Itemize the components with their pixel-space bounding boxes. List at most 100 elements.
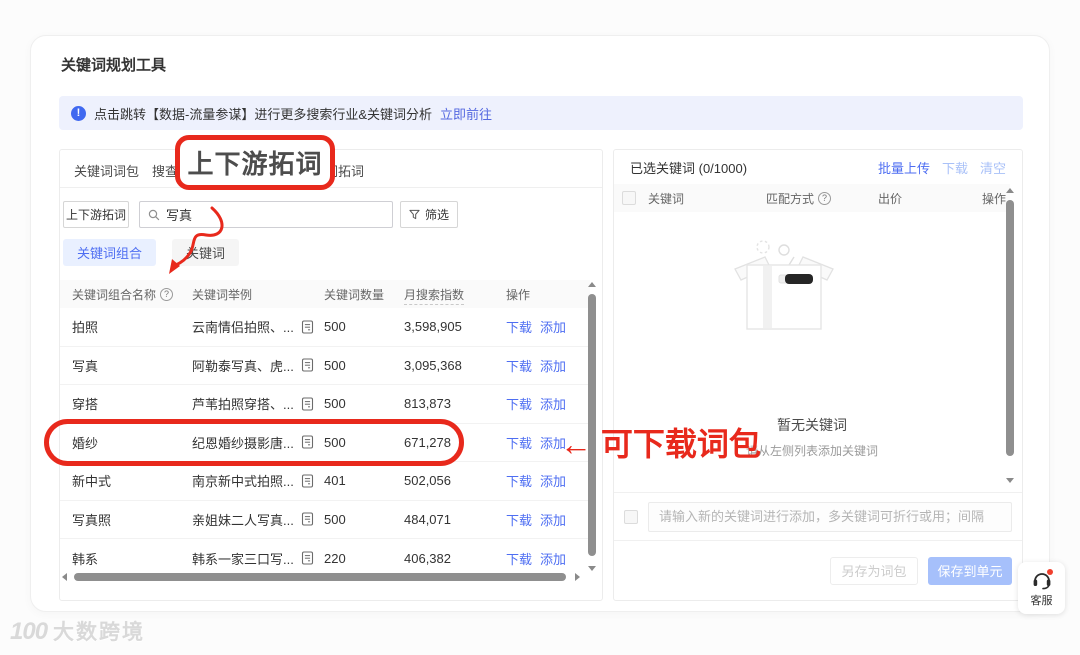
filter-button[interactable]: 筛选 <box>400 201 458 228</box>
col-example: 关键词举例 <box>192 287 253 302</box>
select-all-checkbox[interactable] <box>622 191 636 205</box>
combo-table-header: 关键词组合名称 ? 关键词举例 关键词数量 月搜索指数 操作 <box>60 280 590 308</box>
word-list-icon[interactable] <box>301 512 314 526</box>
save-as-pack-button[interactable]: 另存为词包 <box>830 556 918 585</box>
tab-keyword-pack[interactable]: 关键词词包 <box>74 161 139 180</box>
scroll-right-icon[interactable] <box>575 573 580 581</box>
download-link[interactable]: 下载 <box>942 158 968 177</box>
app-root: 关键词规划工具 ! 点击跳转【数据-流量参谋】进行更多搜索行业&关键词分析 立即… <box>0 0 1080 655</box>
scroll-down-icon[interactable] <box>1006 478 1014 483</box>
bulk-upload-link[interactable]: 批量上传 <box>878 158 930 177</box>
selected-keywords-panel: 已选关键词 (0/1000) 批量上传 下载 清空 关键词 匹配方式 ? 出价 … <box>613 149 1023 601</box>
combo-count: 401 <box>324 473 346 489</box>
combo-index: 3,095,368 <box>404 357 462 373</box>
help-icon[interactable]: ? <box>818 191 832 205</box>
support-label: 客服 <box>1030 595 1053 607</box>
word-list-icon[interactable] <box>301 320 314 334</box>
pill-keyword-combo[interactable]: 关键词组合 <box>63 239 157 266</box>
filter-label: 筛选 <box>424 208 449 222</box>
selected-footer: 另存为词包 保存到单元 <box>614 540 1022 600</box>
combo-index: 484,071 <box>404 511 451 527</box>
table-row[interactable]: 拍照 云南情侣拍照、... 500 3,598,905 下载 添加 <box>60 308 590 347</box>
right-vertical-scrollbar[interactable] <box>1004 188 1016 488</box>
download-link[interactable]: 下载 <box>506 433 532 452</box>
empty-box-icon <box>734 240 834 330</box>
help-icon[interactable]: ? <box>160 287 174 301</box>
table-row[interactable]: 穿搭 芦苇拍照穿搭、... 500 813,873 下载 添加 <box>60 385 590 424</box>
annotation-download-label: ← 可下载词包 <box>560 426 761 462</box>
annotation-row-circle <box>44 419 464 466</box>
add-keyword-row <box>614 492 1022 540</box>
col-bid: 出价 <box>878 191 903 206</box>
combo-count: 500 <box>324 357 346 373</box>
headset-icon <box>1033 569 1053 590</box>
word-list-icon[interactable] <box>301 358 314 372</box>
download-link[interactable]: 下载 <box>506 471 532 490</box>
combo-example: 韩系一家三口写... <box>192 551 294 567</box>
combo-count: 500 <box>324 511 346 527</box>
annotation-tab-callout: 上下游拓词 <box>175 135 335 190</box>
save-to-unit-button[interactable]: 保存到单元 <box>928 556 1012 585</box>
combo-name: 拍照 <box>72 320 99 336</box>
combo-name: 新中式 <box>72 474 112 490</box>
word-list-icon[interactable] <box>301 397 314 411</box>
scroll-up-icon[interactable] <box>588 282 596 287</box>
combo-name: 穿搭 <box>72 397 99 413</box>
word-list-icon[interactable] <box>301 474 314 488</box>
customer-support-button[interactable]: 客服 <box>1018 562 1065 614</box>
combo-name: 韩系 <box>72 551 99 567</box>
keyword-source-panel: 关键词词包 搜查关键词 上下游拓词 以词拓词 上下游拓词 筛选 关键词组合 关键… <box>59 149 603 601</box>
word-list-icon[interactable] <box>301 551 314 565</box>
col-match-type: 匹配方式 ? <box>766 190 878 207</box>
combo-name: 写真 <box>72 358 99 374</box>
add-link[interactable]: 添加 <box>540 317 566 336</box>
page-title: 关键词规划工具 <box>61 57 167 74</box>
scroll-left-icon[interactable] <box>62 573 67 581</box>
expand-type-select[interactable]: 上下游拓词 <box>63 201 129 228</box>
left-horizontal-scrollbar[interactable] <box>62 571 602 583</box>
selected-header: 已选关键词 (0/1000) 批量上传 下载 清空 <box>614 150 1022 184</box>
table-row[interactable]: 写真 阿勒泰写真、虎... 500 3,095,368 下载 添加 <box>60 347 590 385</box>
col-actions: 操作 <box>506 287 531 302</box>
download-link[interactable]: 下载 <box>506 394 532 413</box>
new-keyword-checkbox[interactable] <box>624 509 638 524</box>
funnel-icon <box>409 209 420 220</box>
combo-index: 3,598,905 <box>404 319 462 335</box>
table-row[interactable]: 写真照 亲姐妹二人写真... 500 484,071 下载 添加 <box>60 501 590 539</box>
notice-text: 点击跳转【数据-流量参谋】进行更多搜索行业&关键词分析 <box>94 106 433 122</box>
col-keyword: 关键词 <box>648 191 685 206</box>
add-link[interactable]: 添加 <box>540 510 566 529</box>
notice-bar: ! 点击跳转【数据-流量参谋】进行更多搜索行业&关键词分析 立即前往 <box>59 96 1023 130</box>
table-row[interactable]: 新中式 南京新中式拍照... 401 502,056 下载 添加 <box>60 462 590 501</box>
scrollbar-thumb[interactable] <box>74 573 566 581</box>
download-link[interactable]: 下载 <box>506 356 532 375</box>
notice-go-link[interactable]: 立即前往 <box>440 104 492 123</box>
scroll-up-icon[interactable] <box>1006 188 1014 193</box>
clear-link[interactable]: 清空 <box>980 158 1006 177</box>
watermark: 100 大数跨境 <box>10 616 145 646</box>
combo-example: 云南情侣拍照、... <box>192 320 294 336</box>
selected-count-title: 已选关键词 (0/1000) <box>630 160 748 176</box>
combo-example: 亲姐妹二人写真... <box>192 512 294 528</box>
add-link[interactable]: 添加 <box>540 394 566 413</box>
add-link[interactable]: 添加 <box>540 471 566 490</box>
add-link[interactable]: 添加 <box>540 549 566 568</box>
scrollbar-thumb[interactable] <box>1006 200 1014 456</box>
info-icon: ! <box>71 105 86 121</box>
annotation-squiggle-arrow-icon <box>169 206 224 274</box>
download-link[interactable]: 下载 <box>506 317 532 336</box>
download-link[interactable]: 下载 <box>506 549 532 568</box>
new-keyword-input[interactable] <box>648 501 1012 532</box>
col-combo-name: 关键词组合名称 ? <box>72 286 192 303</box>
main-card: 关键词规划工具 ! 点击跳转【数据-流量参谋】进行更多搜索行业&关键词分析 立即… <box>30 35 1050 612</box>
combo-count: 500 <box>324 396 346 412</box>
download-link[interactable]: 下载 <box>506 510 532 529</box>
combo-name: 写真照 <box>72 512 112 528</box>
combo-index: 406,382 <box>404 550 451 566</box>
watermark-logo: 100 <box>10 618 48 645</box>
left-toolbar: 上下游拓词 筛选 <box>60 201 602 229</box>
watermark-text: 大数跨境 <box>53 621 146 644</box>
selected-table-header: 关键词 匹配方式 ? 出价 操作 <box>614 184 1010 212</box>
add-link[interactable]: 添加 <box>540 356 566 375</box>
col-count: 关键词数量 <box>324 287 385 302</box>
